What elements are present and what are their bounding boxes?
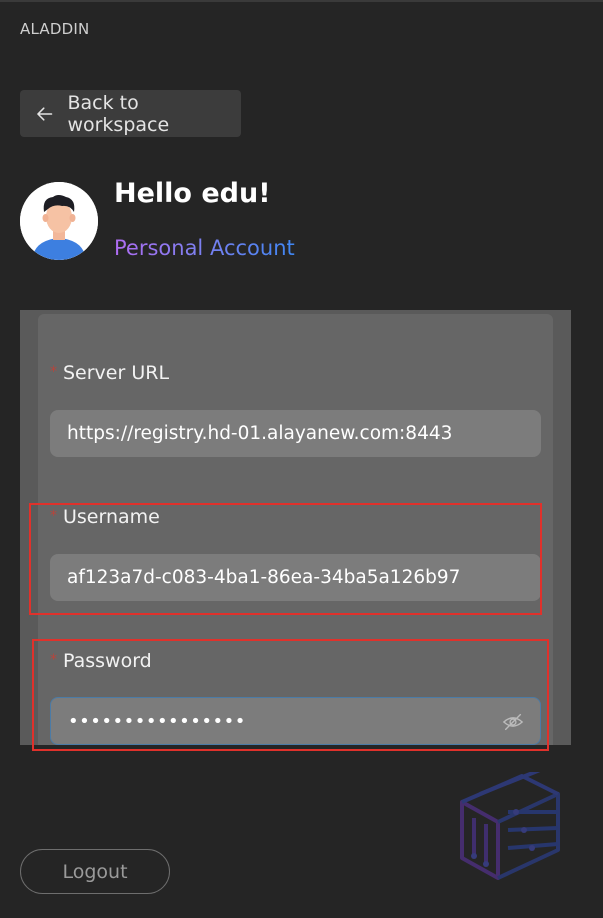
server-url-label: * Server URL [50, 362, 169, 384]
app-brand: ALADDIN [20, 20, 90, 38]
top-border [0, 0, 603, 2]
avatar [20, 182, 98, 260]
logout-button[interactable]: Logout [20, 849, 170, 894]
username-value: af123a7d-c083-4ba1-86ea-34ba5a126b97 [67, 567, 461, 588]
username-label-text: Username [63, 506, 160, 528]
required-marker: * [50, 652, 57, 668]
account-type-label: Personal Account [114, 236, 295, 260]
required-marker: * [50, 364, 57, 380]
server-url-label-text: Server URL [63, 362, 170, 384]
greeting-title: Hello edu! [114, 178, 271, 209]
username-input[interactable]: af123a7d-c083-4ba1-86ea-34ba5a126b97 [50, 554, 541, 601]
back-button-label: Back to workspace [67, 91, 170, 136]
password-value: •••••••••••••••• [68, 710, 246, 732]
back-to-workspace-button[interactable]: Back to workspace [20, 90, 241, 137]
password-label: * Password [50, 650, 152, 672]
server-url-value: https://registry.hd-01.alayanew.com:8443 [67, 423, 453, 444]
arrow-left-icon [37, 106, 53, 121]
username-label: * Username [50, 506, 160, 528]
logout-label: Logout [62, 860, 128, 883]
password-label-text: Password [63, 650, 152, 672]
eye-off-icon[interactable] [502, 711, 524, 733]
server-url-input[interactable]: https://registry.hd-01.alayanew.com:8443 [50, 410, 541, 457]
cube-logo-icon [460, 772, 560, 880]
required-marker: * [50, 508, 57, 524]
password-input[interactable]: •••••••••••••••• [50, 697, 541, 745]
